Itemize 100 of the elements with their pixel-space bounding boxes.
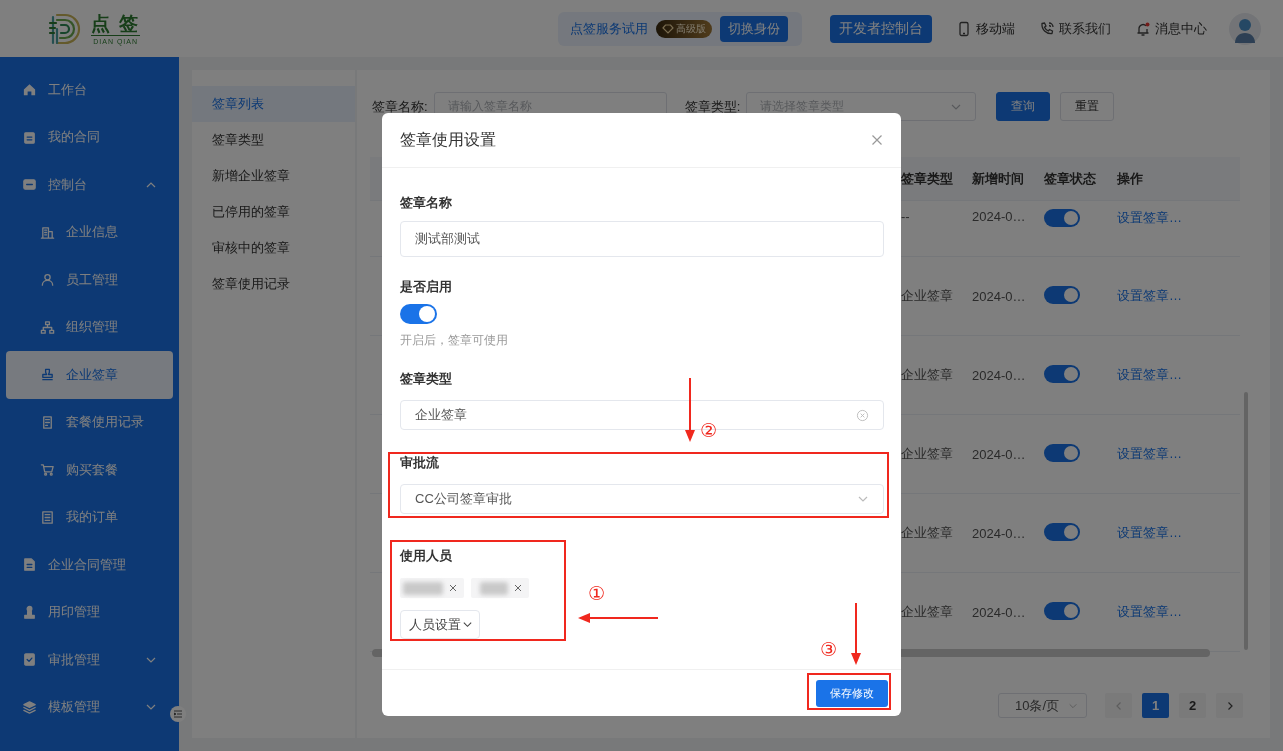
table-cell-text: 企业签章 [901,366,954,384]
list-icon [40,509,55,525]
field-label: 签章类型 [400,371,453,387]
column-header: 新增时间 [972,169,1025,188]
phone-icon [1039,20,1055,37]
toggle-switch[interactable] [1044,522,1080,541]
table-cell-text: 企业签章 [901,603,954,621]
sidebar-item[interactable]: 企业信息 [0,208,179,256]
toggle-switch[interactable] [1044,601,1080,620]
action-link[interactable]: 设置签章… [1117,366,1240,384]
sidebar-item[interactable]: 员工管理 [0,256,179,304]
filter-label: 签章名称: [372,97,428,116]
search-button[interactable]: 查询 [996,92,1051,121]
page-button[interactable]: 1 [1142,693,1169,718]
sidebar-item[interactable]: 模板管理 [0,683,179,731]
field-label: 是否启用 [400,279,453,295]
table-cell-text: 2024-0… [972,288,1027,304]
table-cell-text: 2024-0… [972,446,1027,462]
table-cell-text: 2024-0… [972,209,1027,224]
submenu-item[interactable]: 审核中的签章 [192,230,355,266]
field-label: 使用人员 [400,548,453,564]
save-button[interactable]: 保存修改 [816,679,888,707]
layers-icon [22,699,37,715]
document-icon [22,557,37,573]
sidebar-item[interactable]: 审批管理 [0,636,179,684]
redacted-name [480,581,508,595]
action-link[interactable]: 设置签章… [1117,445,1240,463]
sidebar-item[interactable]: 企业签章 [6,351,173,399]
collapse-button[interactable] [170,706,186,722]
sidebar-item[interactable]: 工作台 [0,66,179,114]
header-link[interactable]: 消息中心 [1135,19,1207,38]
table-cell-text: -- [901,209,911,224]
developer-console-button[interactable]: 开发者控制台 [830,14,932,43]
close-icon[interactable] [448,583,458,593]
close-icon[interactable] [871,134,883,146]
submenu-item[interactable]: 签章使用记录 [192,266,355,302]
switch-identity-button[interactable]: 切换身份 [720,15,788,42]
sidebar-item[interactable]: 我的合同 [0,113,179,161]
menu-icon [173,709,183,719]
sidebar-item[interactable]: 用印管理 [0,588,179,636]
sidebar-item[interactable]: 我的订单 [0,493,179,541]
trial-label: 点签服务试用 [570,19,648,38]
home-icon [22,82,37,98]
chevron-icon [462,619,473,630]
submenu-item[interactable]: 已停用的签章 [192,194,355,230]
column-header: 签章状态 [1044,169,1097,188]
redacted-name [403,581,443,595]
checklist-icon [22,652,37,668]
sidebar-item[interactable]: 组织管理 [0,303,179,351]
logo-title: 点 签 [91,12,141,36]
action-link[interactable]: 设置签章… [1117,524,1240,542]
table-cell-text: 2024-0… [972,525,1027,541]
plan-badge: 高级版 [656,19,712,38]
hint-text: 开启后，签章可使用 [400,332,509,349]
cart-icon [40,462,55,478]
filter-label: 签章类型: [684,97,741,116]
sidebar-item[interactable]: 企业合同管理 [0,541,179,589]
org-chart-icon [40,319,55,335]
mobile-icon [956,20,972,37]
dialog-title: 签章使用设置 [400,129,496,150]
column-header: 签章类型 [901,169,954,188]
submenu-item[interactable]: 签章类型 [192,122,355,158]
action-link[interactable]: 设置签章… [1117,287,1240,305]
table-cell-text: 2024-0… [972,604,1027,620]
step-number: ③ [820,639,838,661]
panel-icon [22,177,37,193]
submenu-item[interactable]: 签章列表 [192,86,355,122]
field-label: 审批流 [400,455,440,471]
toggle-switch[interactable] [400,304,437,324]
sidebar-item[interactable]: 控制台 [0,161,179,209]
toggle-switch[interactable] [1044,209,1080,227]
header-link[interactable]: 联系我们 [1039,19,1111,38]
dropdown-button[interactable]: 人员设置 [400,610,480,639]
action-link[interactable]: 设置签章… [1117,209,1240,227]
text-field[interactable]: 测试部测试 [400,221,884,257]
reset-button[interactable]: 重置 [1060,92,1115,121]
table-cell-text: 企业签章 [901,445,954,463]
toggle-switch[interactable] [1044,285,1080,304]
seal-icon [22,604,37,620]
next-page-button[interactable] [1216,693,1243,718]
toggle-switch[interactable] [1044,443,1080,462]
sidebar-item[interactable]: 套餐使用记录 [0,398,179,446]
document-icon [40,414,55,430]
table-cell-text: 2024-0… [972,367,1027,383]
header-link[interactable]: 移动端 [956,19,1015,38]
avatar-icon[interactable] [1229,12,1261,45]
diamond-icon [662,23,674,34]
step-number: ① [588,583,606,605]
page-size-select[interactable]: 10条/页 [998,693,1087,718]
toggle-switch[interactable] [1044,364,1080,383]
stamp-icon [40,367,55,383]
table-cell-text: 企业签章 [901,287,954,305]
close-icon[interactable] [513,583,523,593]
clear-icon[interactable] [856,408,869,422]
sidebar-item[interactable]: 购买套餐 [0,446,179,494]
select-field[interactable]: CC公司签章审批 [400,484,884,514]
page-button[interactable]: 2 [1179,693,1206,718]
submenu-item[interactable]: 新增企业签章 [192,158,355,194]
clipboard-icon [22,129,37,145]
action-link[interactable]: 设置签章… [1117,603,1240,621]
